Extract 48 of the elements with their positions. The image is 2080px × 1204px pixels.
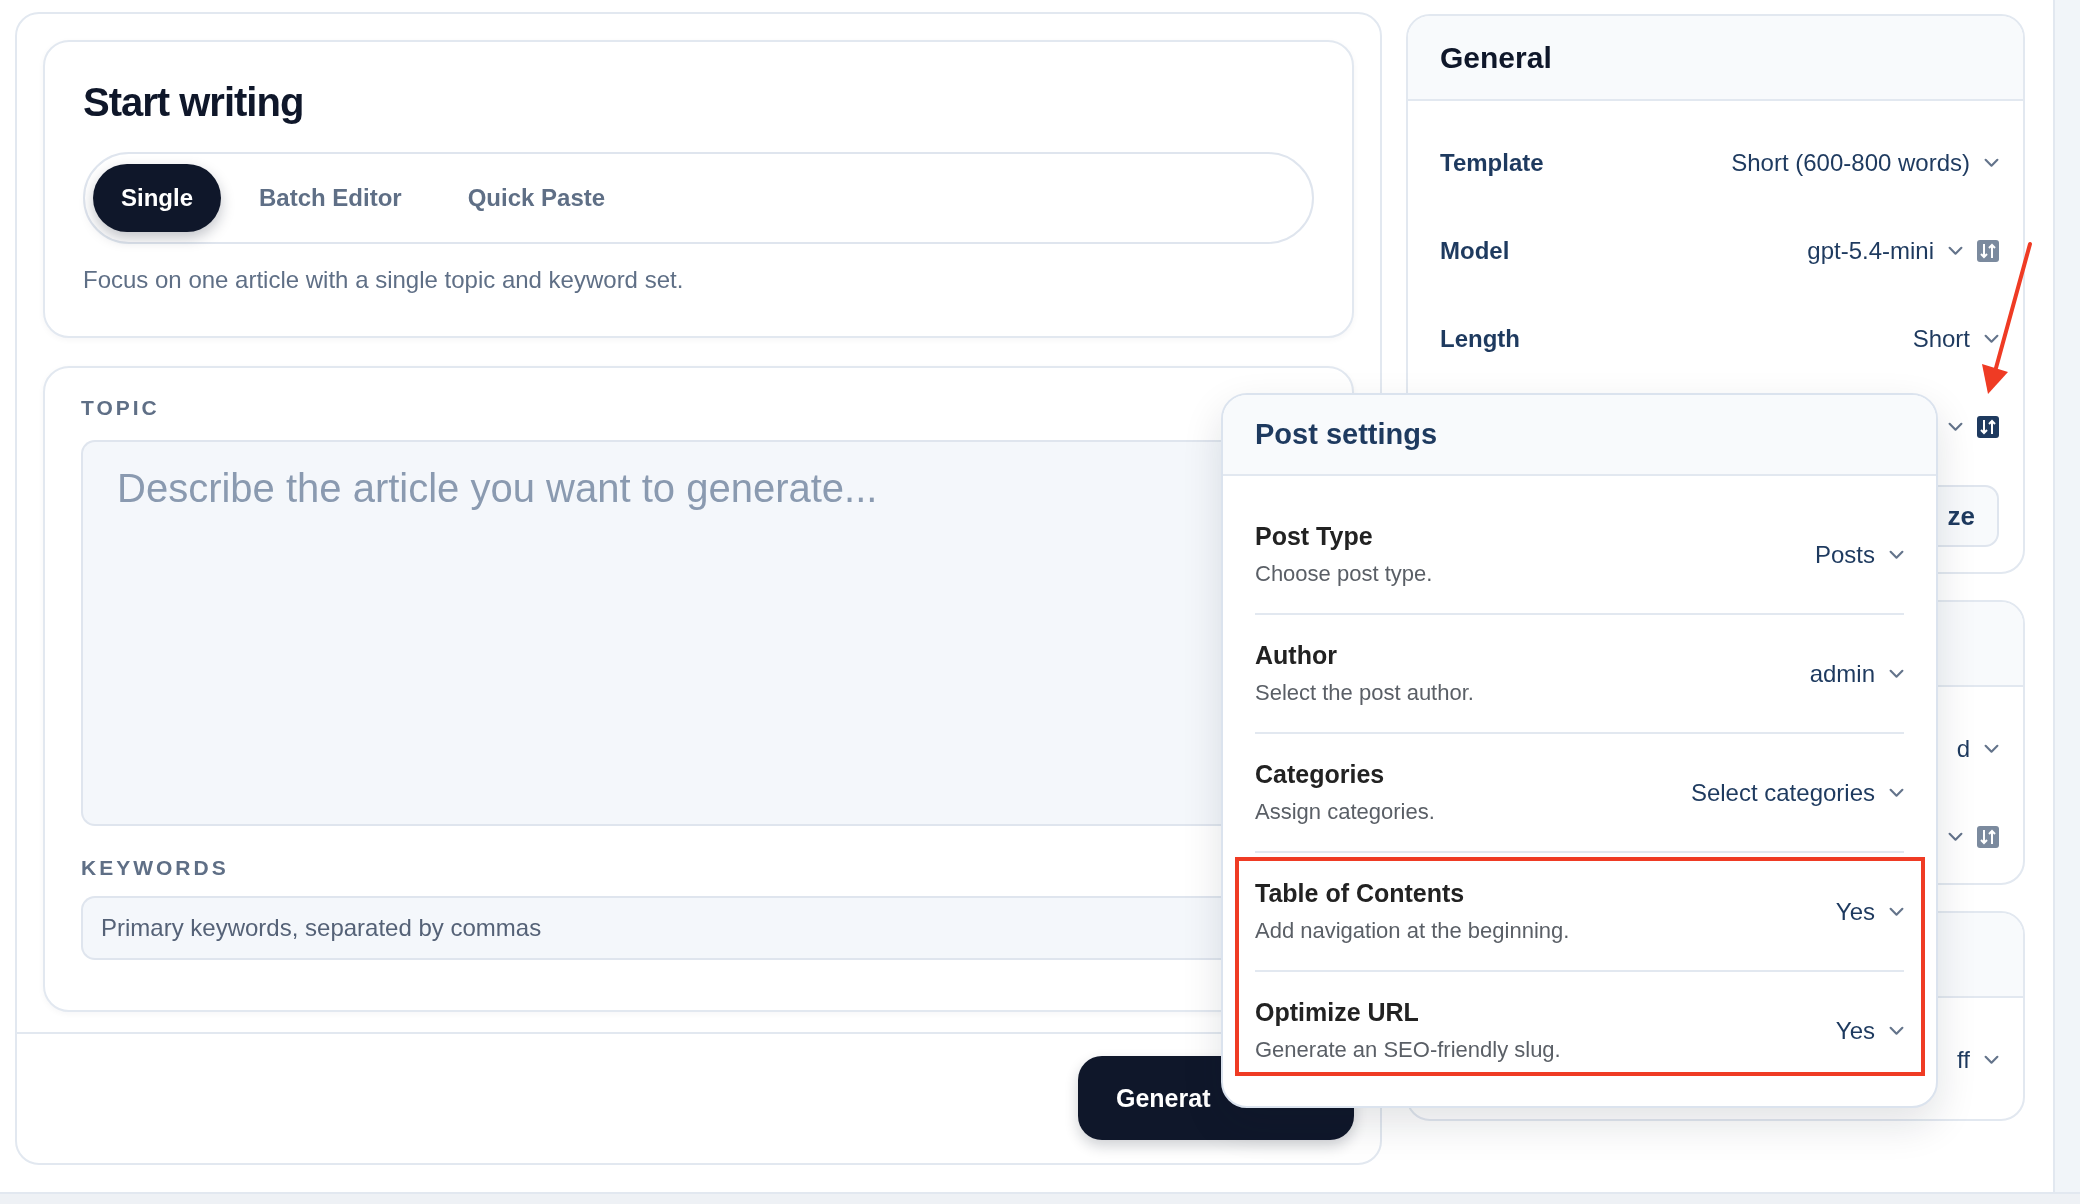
chevron-icon[interactable]	[1889, 549, 1904, 560]
setting-description: Assign categories.	[1255, 799, 1435, 825]
select-value[interactable]: admin	[1809, 659, 1875, 688]
setting-label: Model	[1440, 237, 1510, 265]
sliders-icon[interactable]	[1977, 826, 1999, 848]
setting-description: Add navigation at the beginning.	[1255, 918, 1570, 944]
select-value[interactable]: gpt-5.4-mini	[1807, 237, 1934, 265]
topic-field[interactable]: Describe the article you want to generate...	[81, 440, 1223, 826]
select-value[interactable]: Select categories	[1690, 778, 1875, 807]
setting-description: Select the post author.	[1255, 680, 1474, 706]
setting-label: Table of Contents	[1255, 879, 1466, 908]
chevron-icon[interactable]	[1889, 906, 1904, 917]
chevron-icon[interactable]	[1889, 787, 1904, 798]
setting-label: Length	[1440, 325, 1520, 353]
field-label: TOPIC	[81, 396, 161, 420]
select-value[interactable]: Yes	[1835, 897, 1875, 926]
setting-description: Choose post type.	[1255, 561, 1433, 587]
select-value[interactable]: Short	[1912, 325, 1970, 353]
mode-tab[interactable]: Batch Editor	[231, 164, 430, 232]
setting-label: Post Type	[1255, 522, 1374, 551]
chevron-icon[interactable]	[1984, 158, 1999, 168]
chevron-icon[interactable]	[1889, 668, 1904, 679]
select-value[interactable]: d	[1956, 735, 1970, 763]
card-title: General	[1440, 40, 1552, 75]
chevron-icon[interactable]	[1984, 744, 1999, 754]
select-value[interactable]: Posts	[1814, 540, 1875, 569]
keywords-field[interactable]: Primary keywords, separated by commas	[81, 896, 1223, 960]
select-value[interactable]: Yes	[1835, 1016, 1875, 1045]
chevron-icon[interactable]	[1948, 246, 1963, 256]
popover-title: Post settings	[1255, 418, 1438, 451]
field-label: KEYWORDS	[81, 856, 230, 880]
setting-label: Optimize URL	[1255, 998, 1420, 1027]
chevron-icon[interactable]	[1948, 422, 1963, 432]
setting-label: Author	[1255, 641, 1338, 670]
chevron-icon[interactable]	[1984, 334, 1999, 344]
chevron-icon[interactable]	[1948, 832, 1963, 842]
chevron-icon[interactable]	[1984, 1055, 1999, 1065]
mode-tab[interactable]: Quick Paste	[439, 164, 634, 232]
select-value[interactable]: ff	[1957, 1046, 1970, 1074]
mode-tab[interactable]: Single	[93, 164, 221, 232]
setting-label: Template	[1440, 149, 1544, 177]
setting-label: Categories	[1255, 760, 1386, 789]
sliders-icon[interactable]	[1977, 416, 1999, 438]
mode-description: Focus on one article with a single topic and keyword set.	[83, 266, 685, 294]
select-value[interactable]: Short (600-800 words)	[1731, 149, 1970, 177]
sliders-icon[interactable]	[1977, 240, 1999, 262]
section-title: Start writing	[83, 79, 305, 126]
chevron-icon[interactable]	[1889, 1025, 1904, 1036]
